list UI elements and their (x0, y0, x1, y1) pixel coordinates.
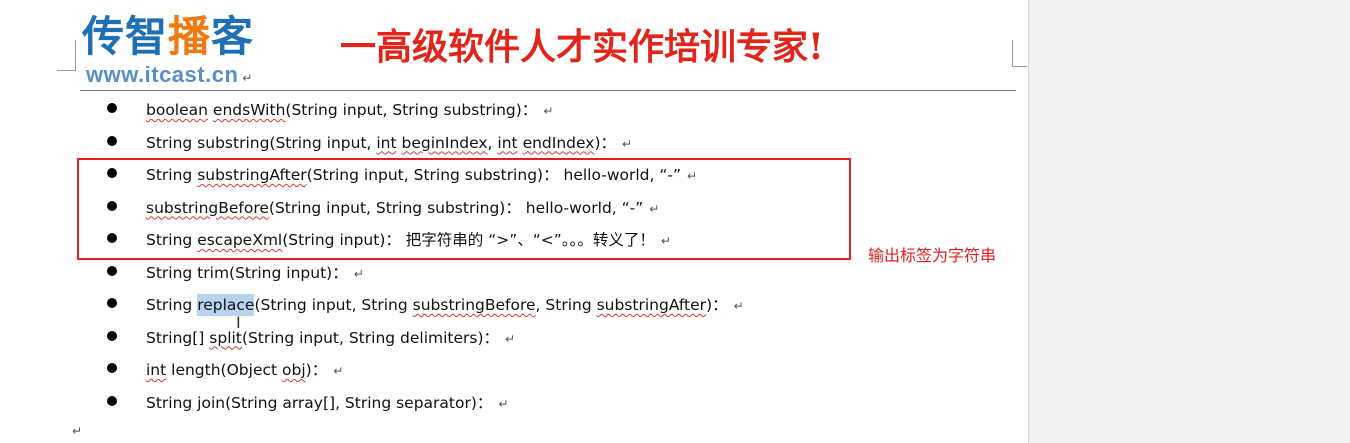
text-run: String[] (146, 328, 210, 347)
text-run: substringAfter (596, 296, 707, 314)
margin-corner-mark (1012, 40, 1027, 67)
website-text: www.itcast.cn (86, 62, 239, 87)
header-rule (80, 90, 1016, 91)
text-run: String join(String array[], String separ… (146, 393, 493, 412)
text-run: beginIndex (401, 133, 488, 152)
bullet-icon (107, 395, 117, 406)
logo-text-3: 客 (211, 12, 255, 61)
list-item-text: String[] split(String input, String deli… (146, 326, 515, 348)
bullet-icon (107, 135, 117, 146)
bullet-icon (107, 330, 117, 341)
logo-text-1: 传智 (82, 12, 169, 61)
header-website: www.itcast.cn ↵ (86, 62, 253, 88)
paragraph-mark-icon: ↵ (353, 266, 364, 281)
text-cursor-icon: I (236, 313, 241, 332)
text-run: )： (594, 133, 616, 152)
bullet-icon (107, 265, 117, 276)
list-item-text: String join(String array[], String separ… (146, 391, 508, 413)
document-sidebar (1028, 0, 1350, 443)
bullet-icon (107, 103, 117, 113)
text-run: , (487, 133, 498, 152)
text-run: String substring(String input, (146, 133, 377, 152)
text-run: obj (282, 361, 306, 379)
text-run: (String input, String substring)： (285, 101, 538, 119)
paragraph-mark-icon: ↵ (333, 364, 344, 378)
bullet-icon (107, 298, 117, 308)
paragraph-mark-icon: ↵ (72, 424, 83, 438)
list-item-text: boolean endsWith(String input, String su… (146, 98, 553, 120)
text-run: (String input, String (254, 296, 413, 314)
text-run: endsWith (212, 101, 286, 119)
text-run: )： (706, 296, 728, 314)
margin-corner-mark (57, 40, 76, 71)
text-run: int (497, 133, 518, 152)
header-logo: 传智播客 (82, 12, 254, 62)
text-run: boolean (146, 101, 208, 119)
list-item-text: String trim(String input)： ↵ (146, 261, 364, 283)
highlight-box (77, 158, 851, 260)
paragraph-mark-icon: ↵ (733, 299, 744, 313)
text-run: (String input, String delimiters)： (241, 328, 500, 347)
text-run: int (376, 133, 397, 152)
logo-text-2: 播 (168, 12, 212, 61)
header-slogan: 一高级软件人才实作培训专家! (340, 26, 824, 68)
paragraph-mark-icon: ↵ (543, 104, 554, 118)
text-run: length(Object (166, 361, 283, 379)
paragraph-mark-icon: ↵ (498, 396, 509, 411)
list-item-text: String substring(String input, int begin… (146, 131, 632, 153)
text-run: )： (305, 361, 328, 379)
paragraph-mark-icon: ↵ (622, 136, 633, 151)
text-run: substringBefore (412, 296, 536, 314)
list-item-text: String replace(String input, String subs… (146, 293, 744, 316)
text-run: , String (535, 296, 597, 314)
text-run: String trim(String input)： (146, 263, 348, 282)
paragraph-mark-icon: ↵ (505, 331, 516, 346)
text-run: int (146, 361, 167, 379)
text-run: String (146, 296, 198, 314)
bullet-icon (107, 363, 117, 373)
text-run: endIndex (522, 133, 595, 152)
annotation-note: 输出标签为字符串 (868, 246, 997, 265)
list-item-text: int length(Object obj)： ↵ (146, 358, 343, 380)
document-page: 传智播客 www.itcast.cn ↵ 一高级软件人才实作培训专家! boole… (0, 0, 1028, 443)
paragraph-mark-icon: ↵ (242, 71, 253, 85)
